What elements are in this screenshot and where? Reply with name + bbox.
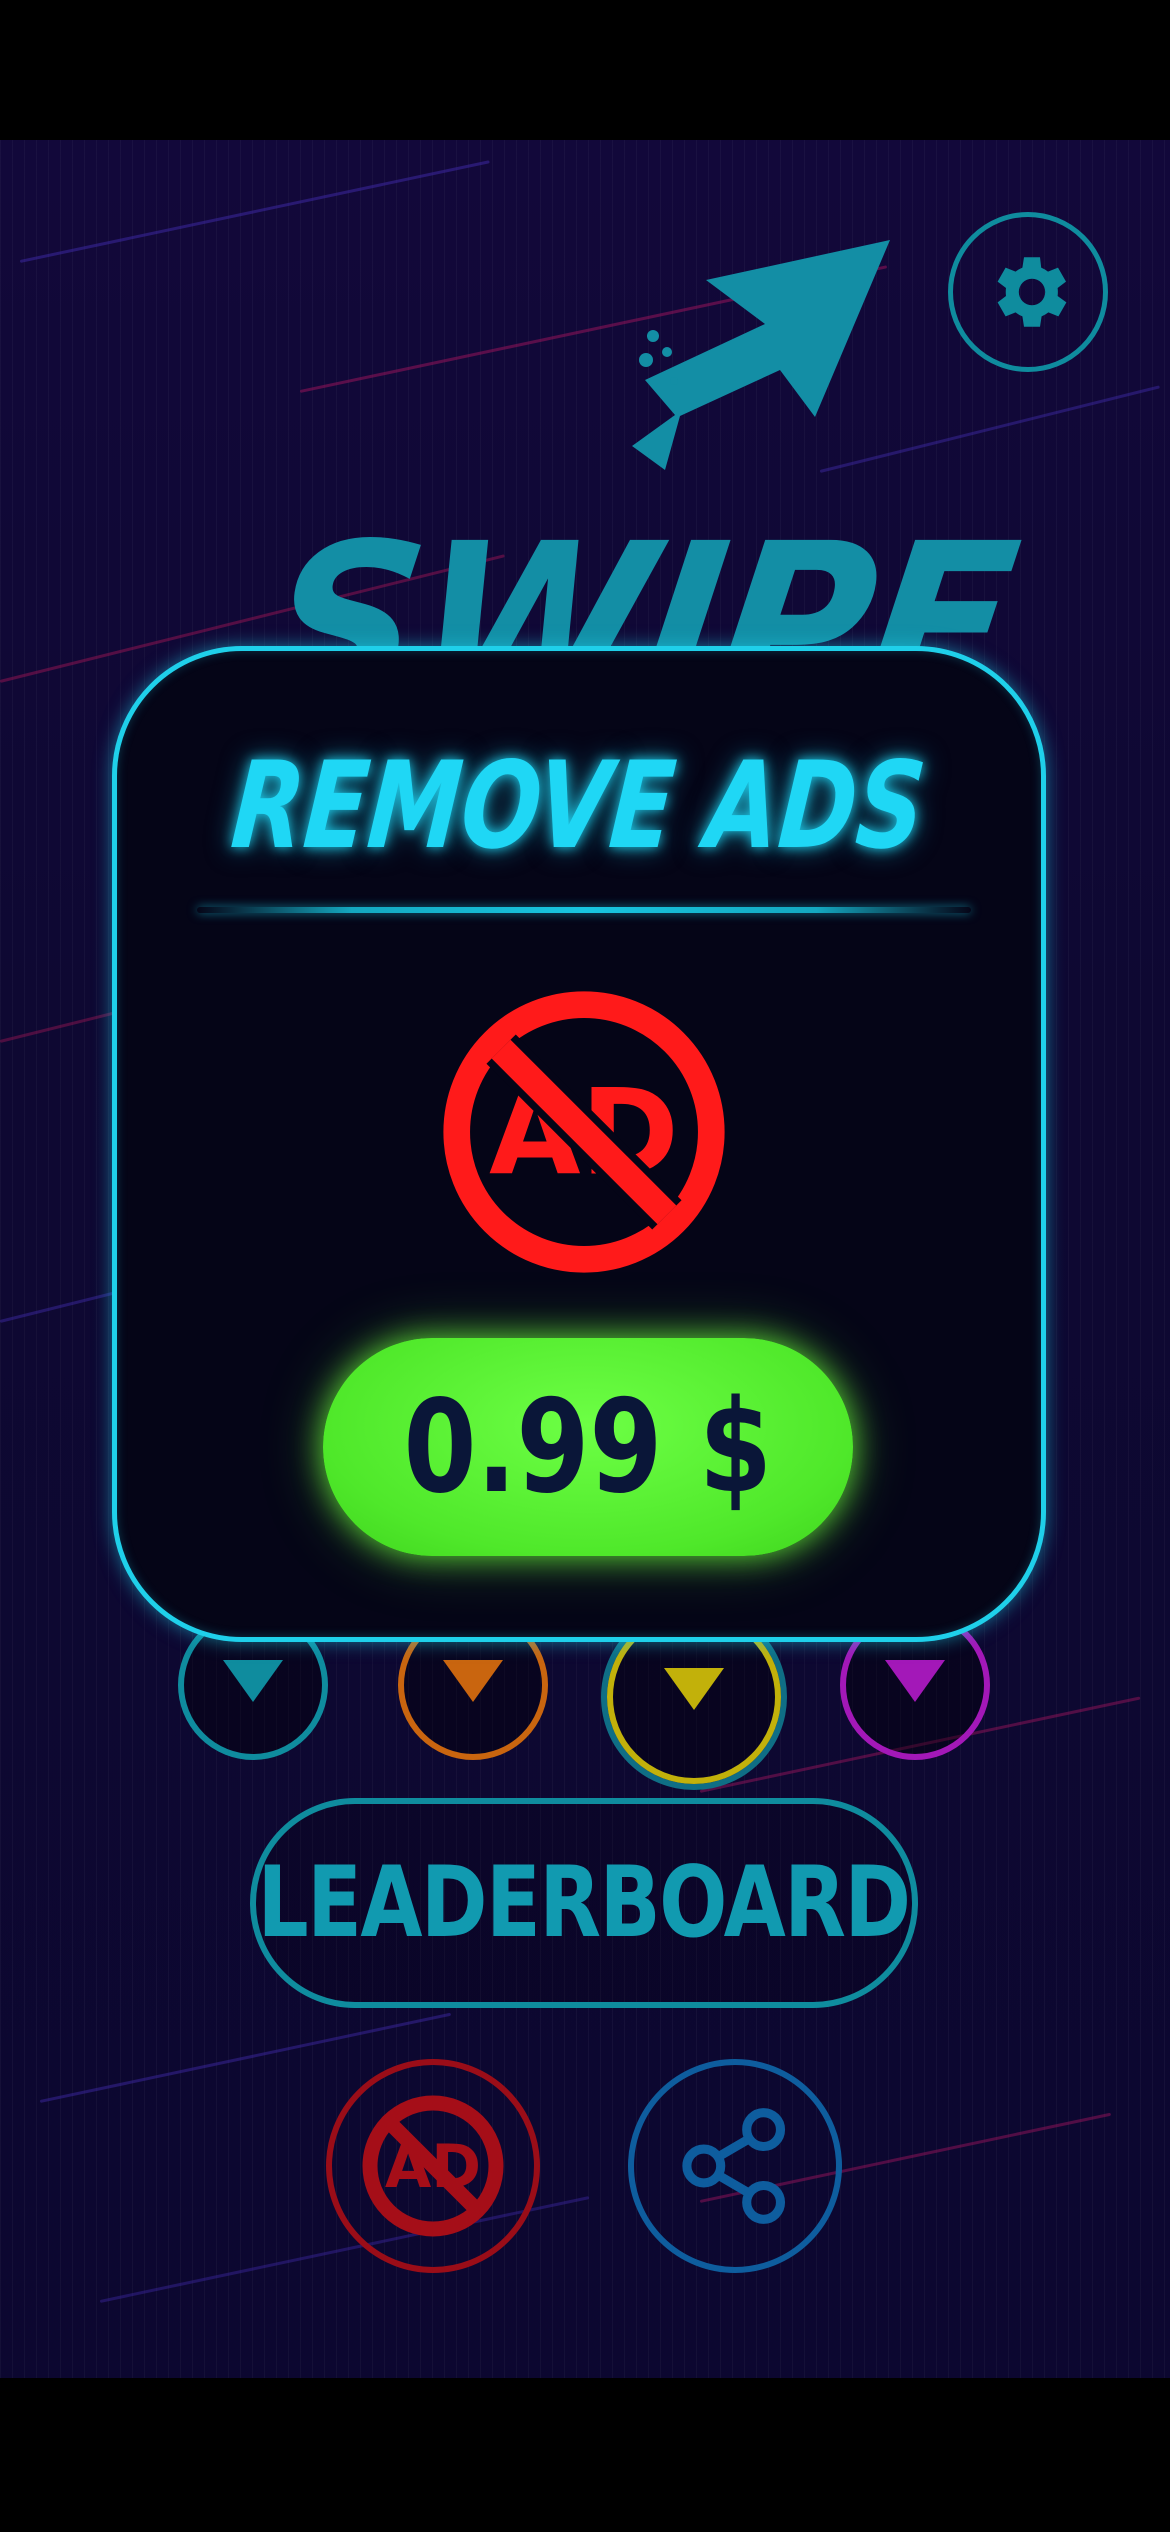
triangle-down-icon (664, 1667, 724, 1710)
leaderboard-label: LEADERBOARD (258, 1846, 912, 1960)
share-icon (682, 2108, 786, 2224)
price-label: 0.99 $ (403, 1372, 773, 1522)
dialog-divider (197, 907, 971, 913)
dialog-title: REMOVE ADS (117, 737, 1041, 876)
no-ads-icon: AD (443, 991, 725, 1273)
share-button[interactable] (628, 2059, 842, 2273)
settings-button[interactable] (948, 212, 1108, 372)
triangle-down-icon (443, 1660, 503, 1703)
remove-ads-button[interactable]: AD (326, 2059, 540, 2273)
dialog-title-text: REMOVE ADS (227, 737, 931, 876)
no-ads-icon: AD (362, 2095, 504, 2237)
top-black-bar (0, 0, 1170, 140)
leaderboard-button[interactable]: LEADERBOARD (250, 1798, 918, 2008)
gear-icon (997, 257, 1067, 327)
game-menu-screen: SWIPE LEADERBOARD AD (0, 140, 1170, 2378)
remove-ads-dialog: REMOVE ADS AD 0.99 $ (112, 646, 1046, 1642)
bottom-black-bar (0, 2378, 1170, 2532)
triangle-down-icon (223, 1660, 283, 1703)
purchase-price-button[interactable]: 0.99 $ (323, 1338, 853, 1556)
triangle-down-icon (885, 1660, 945, 1703)
